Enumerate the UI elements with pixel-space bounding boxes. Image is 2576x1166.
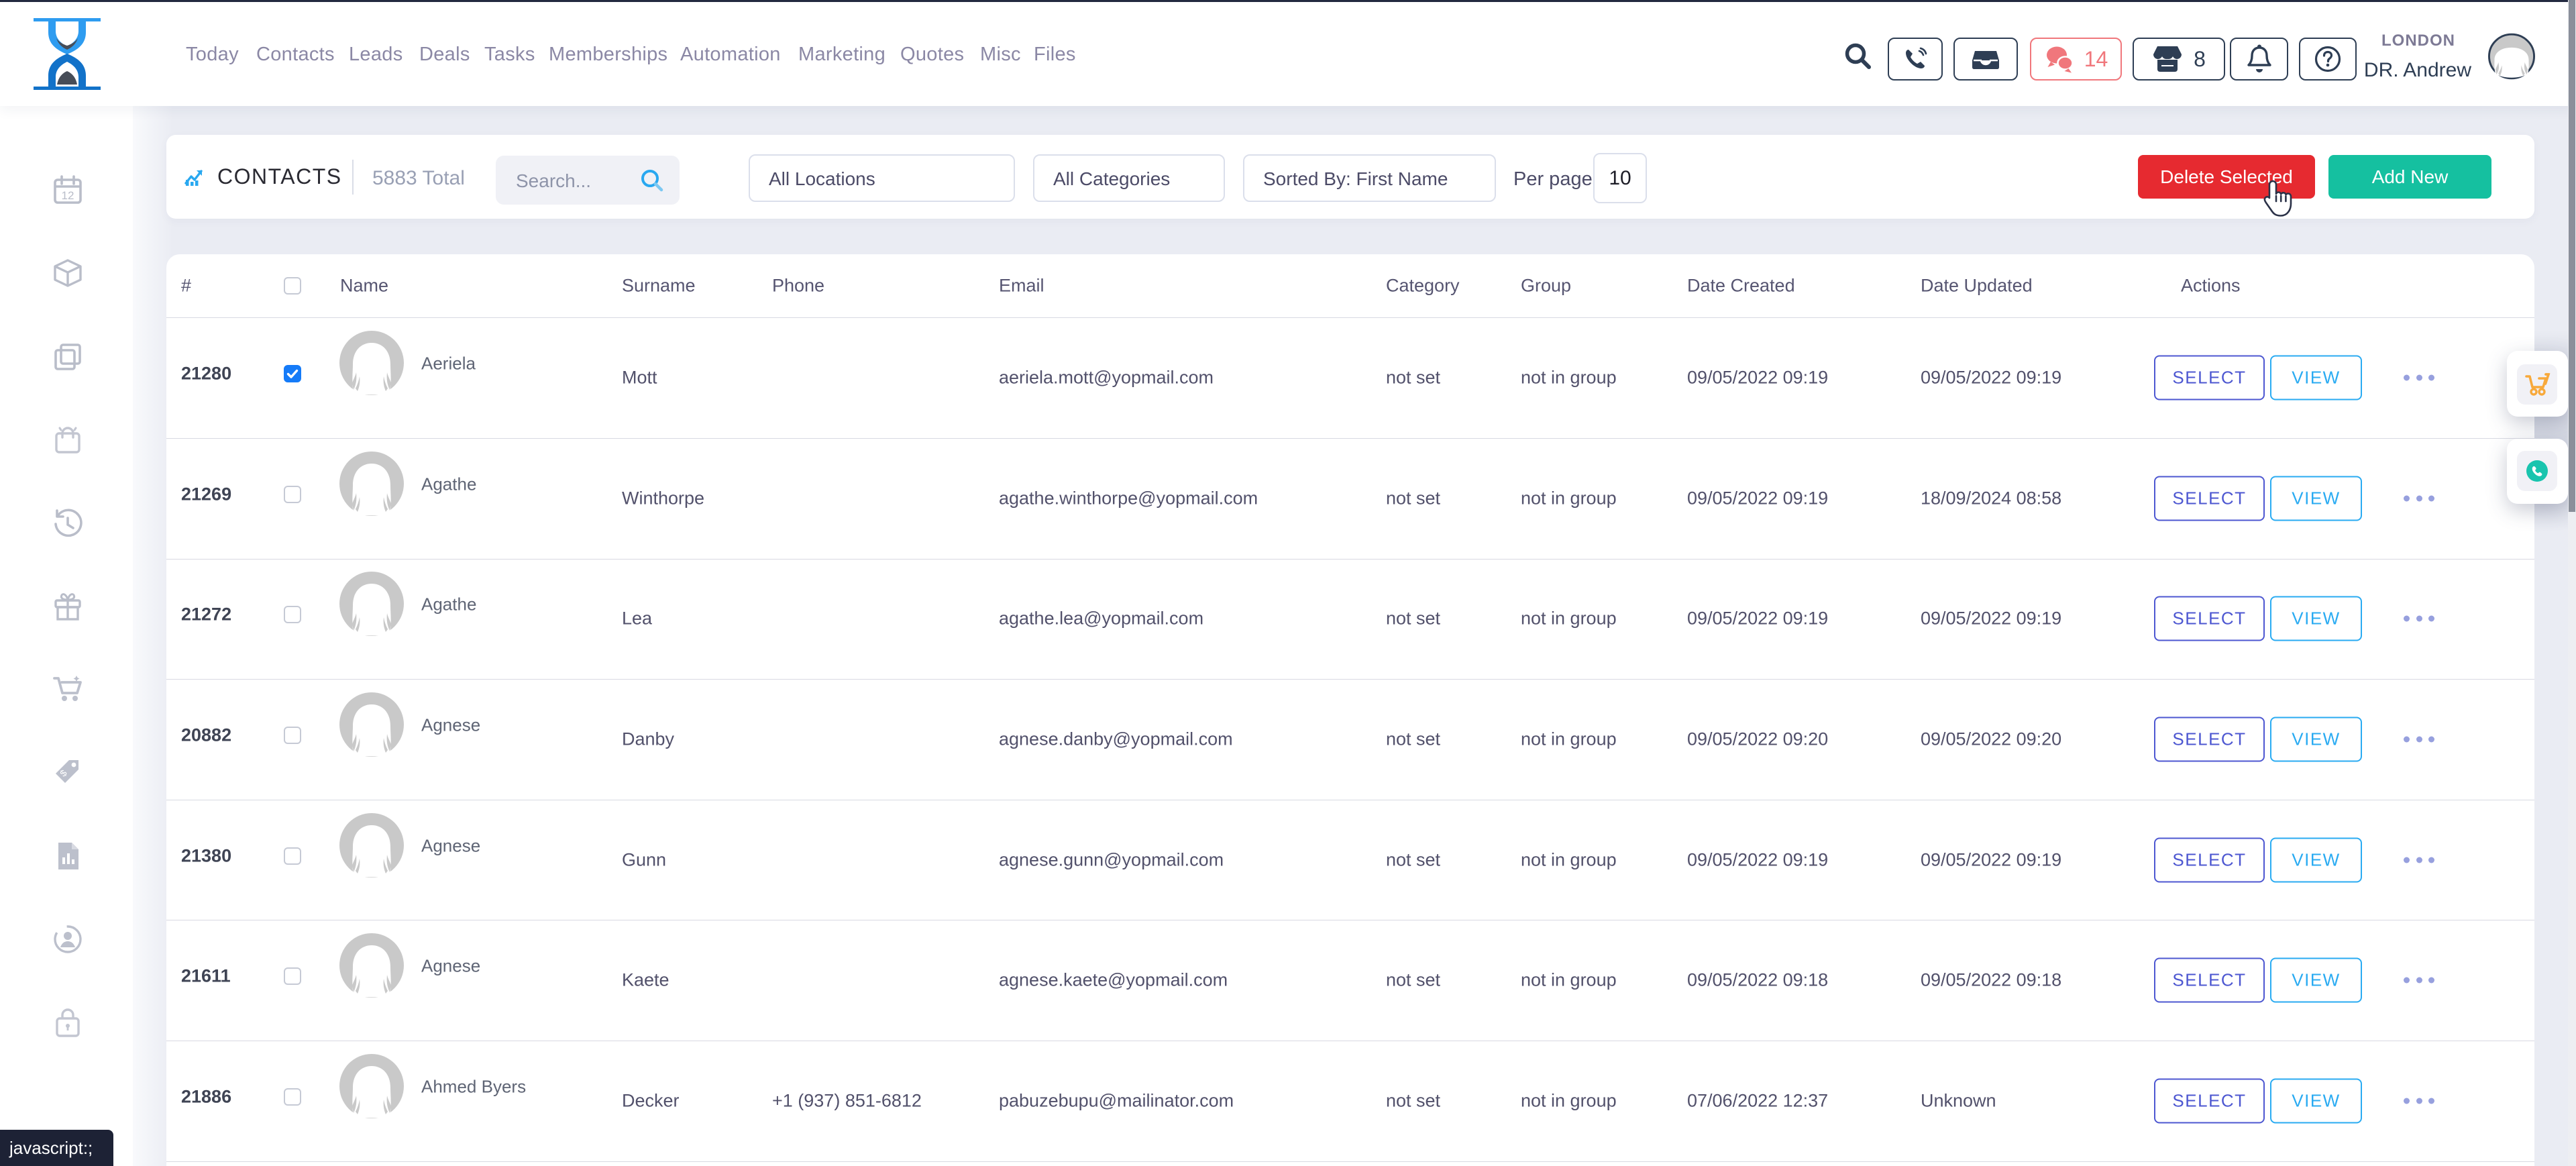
svg-text:12: 12 xyxy=(62,189,74,202)
